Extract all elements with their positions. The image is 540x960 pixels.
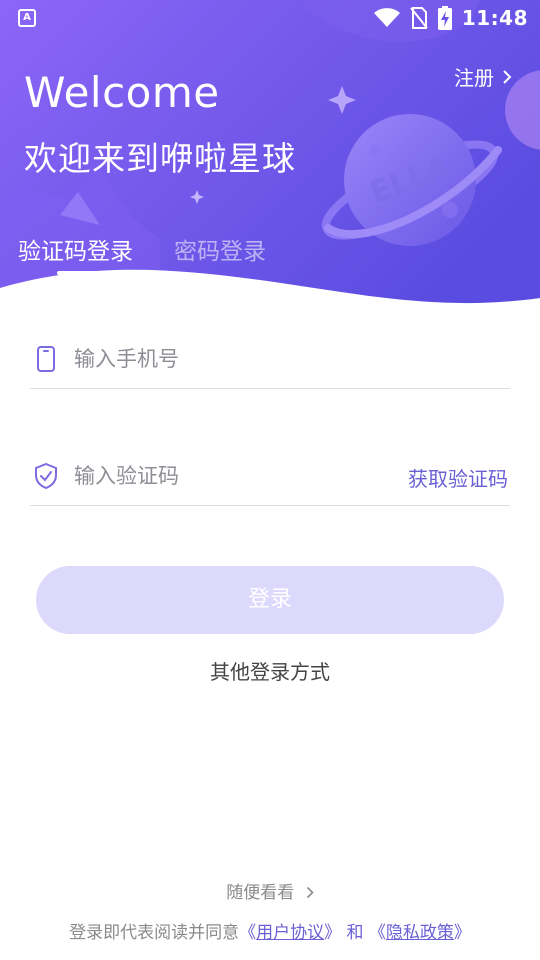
privacy-policy-label: 隐私政策 — [385, 923, 454, 943]
privacy-policy-link[interactable]: 《隐私政策》 — [369, 923, 471, 943]
welcome-subtitle: 欢迎来到咿啦星球 — [24, 139, 296, 178]
status-bar: A 11:48 — [0, 0, 540, 36]
phone-input[interactable] — [72, 340, 396, 378]
browse-label: 随便看看 — [226, 883, 295, 903]
chevron-right-icon — [306, 886, 314, 899]
bracket-close: 》 — [453, 923, 471, 943]
browse-link[interactable]: 随便看看 — [0, 878, 540, 903]
other-login-methods-link[interactable]: 其他登录方式 — [0, 656, 540, 685]
register-link[interactable]: 注册 — [454, 62, 512, 91]
user-agreement-link[interactable]: 《用户协议》 — [239, 923, 341, 943]
tab-password-login[interactable]: 密码登录 — [174, 232, 266, 266]
active-tab-indicator — [57, 271, 99, 275]
planet-logo-text: ELLA — [366, 150, 456, 211]
agreement-text: 登录即代表阅读并同意《用户协议》 和 《隐私政策》 — [0, 918, 540, 943]
agreement-prefix: 登录即代表阅读并同意 — [69, 923, 240, 943]
user-agreement-label: 用户协议 — [256, 923, 325, 943]
welcome-title: Welcome — [24, 68, 220, 117]
tab-sms-login[interactable]: 验证码登录 — [18, 232, 133, 266]
phone-field — [30, 328, 510, 389]
shield-check-icon — [35, 463, 57, 489]
app-notification-icon: A — [18, 9, 36, 27]
battery-charging-icon — [437, 6, 452, 30]
chevron-right-icon — [503, 69, 512, 84]
code-field: 获取验证码 — [30, 445, 510, 506]
no-sim-icon — [410, 7, 428, 29]
get-code-button[interactable]: 获取验证码 — [408, 463, 508, 492]
login-button[interactable]: 登录 — [36, 566, 504, 634]
header-banner: ELLA A 11:48 注册 Welcome 欢迎来到咿啦星球 验证码登录 密… — [0, 0, 540, 320]
register-label: 注册 — [454, 66, 494, 90]
status-time: 11:48 — [461, 6, 528, 30]
bracket-open: 《 — [239, 923, 257, 943]
phone-icon — [37, 346, 55, 372]
agreement-and: 和 — [346, 923, 364, 943]
bracket-open: 《 — [368, 923, 386, 943]
verification-code-input[interactable] — [72, 457, 376, 495]
bracket-close: 》 — [324, 923, 342, 943]
wifi-icon — [373, 8, 400, 27]
